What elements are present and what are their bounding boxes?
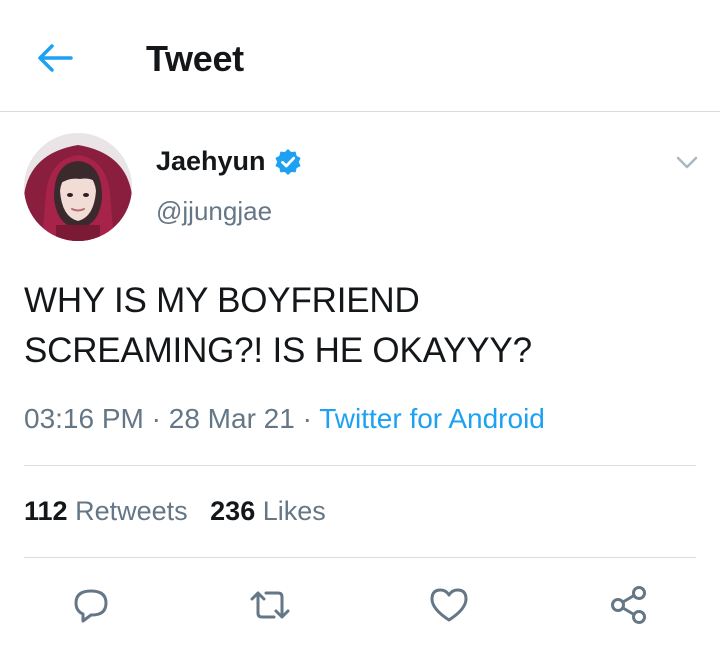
meta-separator: ·: [302, 403, 312, 434]
retweet-button[interactable]: [243, 578, 297, 632]
author-handle[interactable]: @jjungjae: [156, 196, 272, 227]
action-bar: [0, 578, 720, 632]
back-button[interactable]: [30, 36, 80, 80]
retweets-stat[interactable]: 112 Retweets: [24, 496, 188, 526]
like-button[interactable]: [422, 578, 476, 632]
more-options-button[interactable]: [674, 152, 700, 172]
tweet-text-line: WHY IS MY BOYFRIEND: [24, 281, 420, 320]
retweets-count: 112: [24, 496, 68, 526]
share-icon: [611, 586, 646, 624]
share-button[interactable]: [602, 578, 656, 632]
tweet-source-link[interactable]: Twitter for Android: [319, 403, 545, 434]
likes-stat[interactable]: 236 Likes: [210, 496, 326, 526]
author-name-row: Jaehyun: [156, 146, 302, 177]
page-title: Tweet: [146, 38, 244, 79]
tweet-date: 28 Mar 21: [168, 403, 295, 434]
heart-icon: [430, 588, 468, 622]
reply-button[interactable]: [65, 578, 119, 632]
verified-badge-icon: [274, 148, 301, 175]
top-bar: Tweet: [0, 0, 720, 112]
reply-icon: [74, 589, 108, 623]
likes-label: Likes: [262, 496, 326, 526]
tweet-stats: 112 Retweets 236 Likes: [24, 496, 326, 527]
retweet-icon: [250, 591, 290, 619]
avatar[interactable]: [24, 133, 132, 241]
retweets-label: Retweets: [75, 496, 188, 526]
avatar-image: [24, 133, 132, 241]
author-name[interactable]: Jaehyun: [156, 146, 266, 177]
divider: [24, 557, 696, 558]
tweet-text-line: SCREAMING?! IS HE OKAYYY?: [24, 331, 532, 370]
meta-separator: ·: [151, 403, 161, 434]
tweet-text: WHY IS MY BOYFRIEND SCREAMING?! IS HE OK…: [24, 276, 684, 376]
tweet-time: 03:16 PM: [24, 403, 144, 434]
tweet-meta: 03:16 PM · 28 Mar 21 · Twitter for Andro…: [24, 403, 545, 435]
arrow-left-icon: [38, 44, 73, 72]
chevron-down-icon: [676, 156, 698, 169]
likes-count: 236: [210, 496, 256, 526]
divider: [24, 465, 696, 466]
